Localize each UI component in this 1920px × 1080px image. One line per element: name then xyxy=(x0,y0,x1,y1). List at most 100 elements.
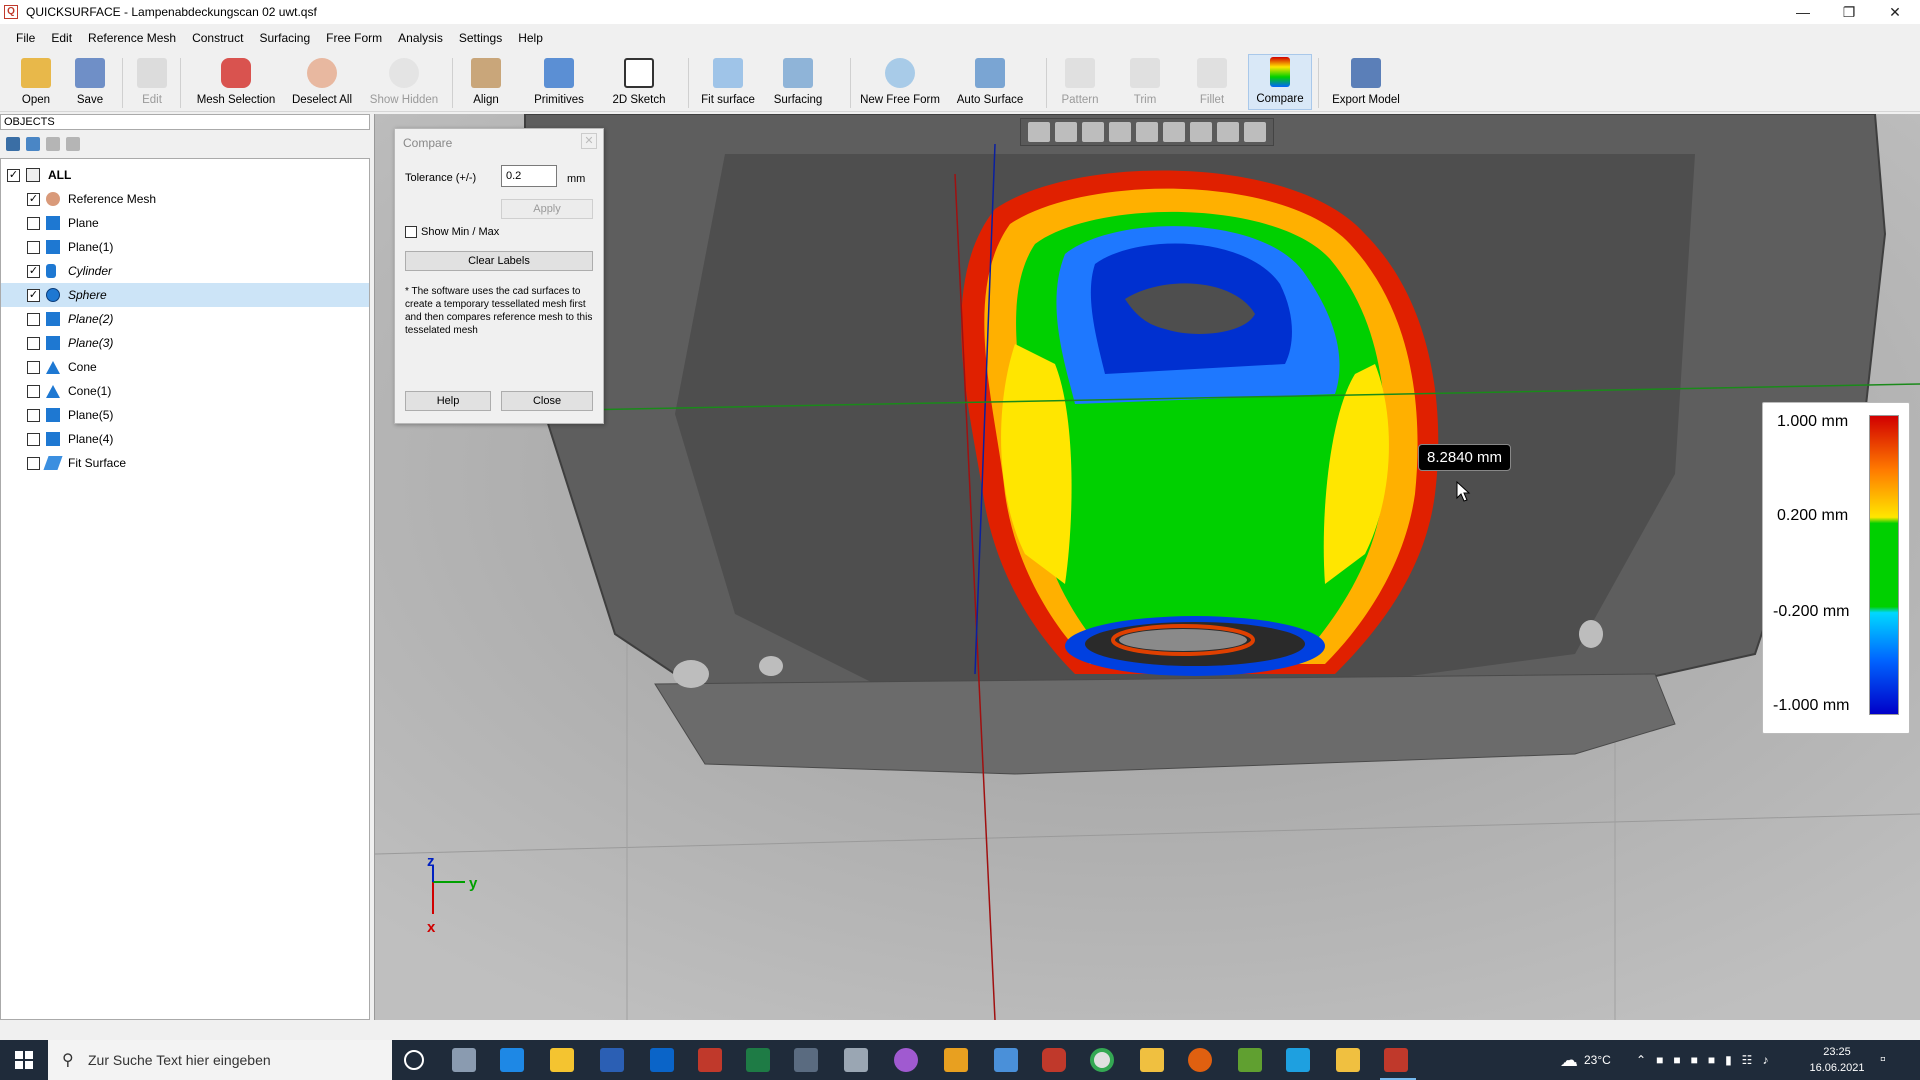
view-top-icon[interactable] xyxy=(1163,122,1186,142)
checkbox[interactable]: ✓ xyxy=(27,288,40,302)
volume-icon[interactable]: ♪ xyxy=(1762,1053,1768,1067)
menu-file[interactable]: File xyxy=(8,31,43,45)
compare-button[interactable]: Compare xyxy=(1248,54,1312,110)
align-button[interactable]: Align xyxy=(466,54,506,110)
mesh-selection-button[interactable]: Mesh Selection xyxy=(192,54,280,110)
save-button[interactable]: Save xyxy=(70,54,110,110)
tree-item-reference-mesh[interactable]: ✓ Reference Mesh xyxy=(1,187,369,211)
menu-reference-mesh[interactable]: Reference Mesh xyxy=(80,31,184,45)
checkbox[interactable] xyxy=(405,226,417,238)
help-button[interactable]: Help xyxy=(405,391,491,411)
tree-item-cylinder[interactable]: ✓ Cylinder xyxy=(1,259,369,283)
taskbar-search[interactable]: ⚲ Zur Suche Text hier eingeben xyxy=(48,1040,392,1080)
scan-app-icon[interactable] xyxy=(794,1048,818,1072)
file-explorer-icon[interactable] xyxy=(1140,1048,1164,1072)
weather-widget[interactable]: ☁ 23°C xyxy=(1560,1040,1611,1080)
c-app-icon[interactable] xyxy=(1286,1048,1310,1072)
menu-construct[interactable]: Construct xyxy=(184,31,251,45)
close-icon[interactable]: ✕ xyxy=(581,133,597,149)
tray-icon[interactable]: ■ xyxy=(1691,1053,1698,1067)
tolerance-input[interactable] xyxy=(501,165,557,187)
deselect-all-button[interactable]: Deselect All xyxy=(288,54,356,110)
checkbox[interactable] xyxy=(27,216,40,230)
view-left-icon[interactable] xyxy=(1108,122,1131,142)
apply-button[interactable]: Apply xyxy=(501,199,593,219)
fillet-button[interactable]: Fillet xyxy=(1190,54,1234,110)
checkbox[interactable]: ✓ xyxy=(27,264,40,278)
menu-settings[interactable]: Settings xyxy=(451,31,510,45)
tray-icon[interactable]: ■ xyxy=(1656,1053,1663,1067)
tree-item-plane-2[interactable]: Plane(2) xyxy=(1,307,369,331)
battery-icon[interactable]: ▮ xyxy=(1725,1053,1732,1067)
notification-icon[interactable]: ▫ xyxy=(1880,1040,1886,1080)
tasks-app-icon[interactable] xyxy=(550,1048,574,1072)
wifi-icon[interactable]: ☷ xyxy=(1742,1053,1753,1067)
close-button[interactable]: Close xyxy=(501,391,593,411)
task-view-icon[interactable] xyxy=(452,1048,476,1072)
minimize-icon[interactable]: — xyxy=(1780,0,1826,24)
view-bottom-icon[interactable] xyxy=(1190,122,1213,142)
export-model-button[interactable]: Export Model xyxy=(1328,54,1404,110)
tree-view-icon[interactable] xyxy=(26,137,40,151)
cortana-icon[interactable] xyxy=(404,1050,424,1070)
3d-viewport[interactable]: z y x xyxy=(374,114,1920,1020)
clear-labels-button[interactable]: Clear Labels xyxy=(405,251,593,271)
3d-app-icon[interactable] xyxy=(844,1048,868,1072)
tray-icon[interactable]: ■ xyxy=(1708,1053,1715,1067)
menu-free-form[interactable]: Free Form xyxy=(318,31,390,45)
browser-app-icon[interactable] xyxy=(894,1048,918,1072)
tree-item-plane-5[interactable]: Plane(5) xyxy=(1,403,369,427)
tray-icon[interactable]: ■ xyxy=(1673,1053,1680,1067)
cad-app-icon[interactable] xyxy=(1042,1048,1066,1072)
auto-surface-button[interactable]: Auto Surface xyxy=(954,54,1026,110)
trim-button[interactable]: Trim xyxy=(1124,54,1166,110)
tree-item-sphere[interactable]: ✓ Sphere xyxy=(1,283,369,307)
edit-button[interactable]: Edit xyxy=(134,54,170,110)
word-icon[interactable] xyxy=(600,1048,624,1072)
search-app-icon[interactable] xyxy=(698,1048,722,1072)
view-back-icon[interactable] xyxy=(1081,122,1104,142)
pattern-button[interactable]: Pattern xyxy=(1056,54,1104,110)
chevron-up-icon[interactable]: ⌃ xyxy=(1636,1053,1646,1067)
menu-analysis[interactable]: Analysis xyxy=(390,31,451,45)
checkbox[interactable] xyxy=(27,432,40,446)
excel-icon[interactable] xyxy=(746,1048,770,1072)
tree-item-plane-3[interactable]: Plane(3) xyxy=(1,331,369,355)
chrome-icon[interactable] xyxy=(1090,1048,1114,1072)
checkbox[interactable] xyxy=(27,408,40,422)
start-button[interactable] xyxy=(0,1040,48,1080)
show-hidden-button[interactable]: Show Hidden xyxy=(364,54,444,110)
mail-app-icon[interactable] xyxy=(994,1048,1018,1072)
show-minmax-checkbox[interactable]: Show Min / Max xyxy=(405,226,499,238)
filter-icon[interactable] xyxy=(66,137,80,151)
expand-icon[interactable] xyxy=(46,137,60,151)
surfacing-button[interactable]: Surfacing xyxy=(770,54,826,110)
2d-sketch-button[interactable]: 2D Sketch xyxy=(610,54,668,110)
tree-item-plane-1[interactable]: Plane(1) xyxy=(1,235,369,259)
list-view-icon[interactable] xyxy=(6,137,20,151)
view-right-icon[interactable] xyxy=(1135,122,1158,142)
tree-item-fit-surface[interactable]: Fit Surface xyxy=(1,451,369,475)
tree-item-cone-1[interactable]: Cone(1) xyxy=(1,379,369,403)
new-free-form-button[interactable]: New Free Form xyxy=(860,54,940,110)
clock[interactable]: 23:25 16.06.2021 xyxy=(1792,1044,1882,1076)
checkbox[interactable] xyxy=(27,240,40,254)
slicer-app-icon[interactable] xyxy=(944,1048,968,1072)
quicksurface-taskbar-icon[interactable] xyxy=(1384,1048,1408,1072)
phone-app-icon[interactable] xyxy=(500,1048,524,1072)
view-iso-icon[interactable] xyxy=(1217,122,1240,142)
checkbox[interactable] xyxy=(27,384,40,398)
tree-item-cone[interactable]: Cone xyxy=(1,355,369,379)
menu-edit[interactable]: Edit xyxy=(43,31,80,45)
android-app-icon[interactable] xyxy=(1238,1048,1262,1072)
restore-icon[interactable]: ❐ xyxy=(1826,0,1872,24)
tree-item-plane[interactable]: Plane xyxy=(1,211,369,235)
primitives-button[interactable]: Primitives xyxy=(530,54,588,110)
media-app-icon[interactable] xyxy=(1188,1048,1212,1072)
close-icon[interactable]: ✕ xyxy=(1872,0,1918,24)
open-button[interactable]: Open xyxy=(14,54,58,110)
checkbox[interactable]: ✓ xyxy=(7,168,20,182)
checkbox[interactable] xyxy=(27,360,40,374)
tree-item-plane-4[interactable]: Plane(4) xyxy=(1,427,369,451)
checkbox[interactable] xyxy=(27,336,40,350)
